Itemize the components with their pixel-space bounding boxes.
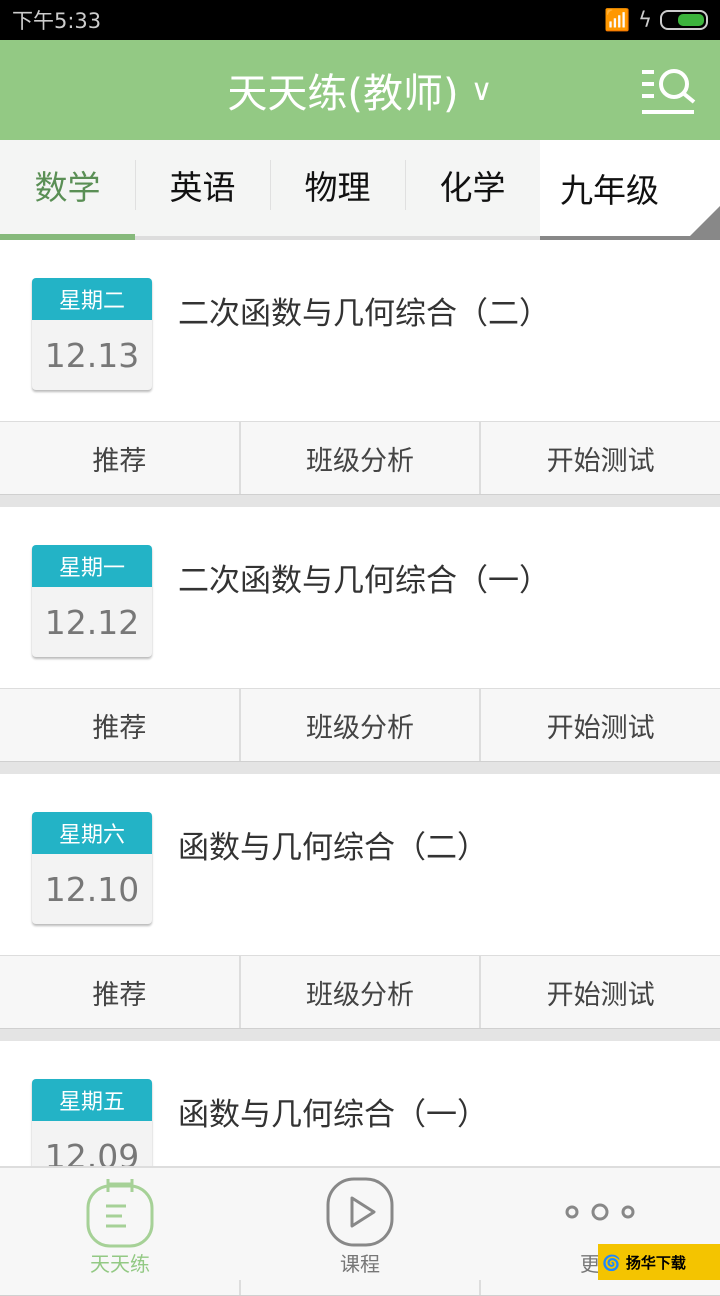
exercise-title: 二次函数与几何综合（二） bbox=[178, 296, 550, 332]
card-actions: 推荐 班级分析 开始测试 bbox=[0, 421, 720, 495]
app-header: 天天练(教师) ∨ bbox=[0, 40, 720, 140]
page-title: 天天练(教师) bbox=[227, 71, 459, 117]
date: 12.10 bbox=[44, 869, 140, 909]
exercise-card: 星期六 12.10 函数与几何综合（二） 推荐 班级分析 开始测试 bbox=[0, 774, 720, 1029]
tab-label: 化学 bbox=[439, 168, 506, 207]
recommend-button[interactable]: 推荐 bbox=[0, 689, 239, 761]
weekday: 星期六 bbox=[32, 812, 152, 854]
tab-math[interactable]: 数学 bbox=[0, 140, 135, 240]
card-actions: 推荐 班级分析 开始测试 bbox=[0, 955, 720, 1029]
tab-label: 物理 bbox=[304, 168, 371, 207]
calendar-badge: 星期一 12.12 bbox=[32, 545, 152, 657]
class-analysis-button[interactable]: 班级分析 bbox=[238, 689, 480, 761]
wifi-icon: 📶 bbox=[603, 7, 631, 32]
play-icon bbox=[326, 1177, 394, 1247]
date: 12.13 bbox=[44, 335, 140, 375]
subject-tabs: 数学 英语 物理 化学 九年级 bbox=[0, 140, 720, 240]
recommend-button[interactable]: 推荐 bbox=[0, 422, 239, 494]
start-test-button[interactable]: 开始测试 bbox=[479, 689, 720, 761]
card-body[interactable]: 星期六 12.10 函数与几何综合（二） bbox=[0, 774, 720, 955]
tab-english[interactable]: 英语 bbox=[135, 140, 270, 240]
start-test-button[interactable]: 开始测试 bbox=[479, 956, 720, 1028]
date: 12.12 bbox=[44, 602, 140, 642]
status-time: 下午5:33 bbox=[12, 9, 102, 33]
weekday: 星期一 bbox=[32, 545, 152, 587]
calendar-badge: 星期六 12.10 bbox=[32, 812, 152, 924]
weekday: 星期二 bbox=[32, 278, 152, 320]
exercise-title: 函数与几何综合（二） bbox=[178, 830, 488, 866]
watermark-logo: 🌀 扬华下载 bbox=[598, 1244, 720, 1280]
card-body[interactable]: 星期一 12.12 二次函数与几何综合（一） bbox=[0, 507, 720, 688]
grade-selector[interactable]: 九年级 bbox=[540, 140, 720, 240]
exercise-card: 星期一 12.12 二次函数与几何综合（一） 推荐 班级分析 开始测试 bbox=[0, 507, 720, 762]
chevron-down-icon: ∨ bbox=[470, 72, 493, 108]
class-analysis-button[interactable]: 班级分析 bbox=[238, 422, 480, 494]
card-body[interactable]: 星期二 12.13 二次函数与几何综合（二） bbox=[0, 240, 720, 421]
search-menu-icon[interactable] bbox=[640, 64, 698, 116]
tab-label: 英语 bbox=[169, 168, 236, 207]
dropdown-corner-icon bbox=[690, 206, 720, 236]
charging-icon: ϟ bbox=[638, 8, 652, 32]
tab-label: 数学 bbox=[34, 168, 101, 207]
class-analysis-button[interactable]: 班级分析 bbox=[238, 956, 480, 1028]
card-actions: 推荐 班级分析 开始测试 bbox=[0, 688, 720, 762]
grade-label: 九年级 bbox=[560, 171, 659, 210]
nav-label: 天天练 bbox=[90, 1252, 150, 1276]
calendar-badge: 星期二 12.13 bbox=[32, 278, 152, 390]
nav-courses[interactable]: 课程 bbox=[240, 1168, 480, 1280]
exercise-title: 二次函数与几何综合（一） bbox=[178, 563, 550, 599]
tab-physics[interactable]: 物理 bbox=[270, 140, 405, 240]
battery-icon bbox=[660, 10, 708, 30]
title-dropdown[interactable]: 天天练(教师) ∨ bbox=[227, 61, 492, 119]
tab-chemistry[interactable]: 化学 bbox=[405, 140, 540, 240]
more-icon bbox=[565, 1203, 635, 1221]
recommend-button[interactable]: 推荐 bbox=[0, 956, 239, 1028]
exercise-card: 星期二 12.13 二次函数与几何综合（二） 推荐 班级分析 开始测试 bbox=[0, 240, 720, 495]
exercise-list: 星期二 12.13 二次函数与几何综合（二） 推荐 班级分析 开始测试 星期一 … bbox=[0, 240, 720, 1296]
start-test-button[interactable]: 开始测试 bbox=[479, 422, 720, 494]
nav-label: 课程 bbox=[340, 1252, 380, 1276]
weekday: 星期五 bbox=[32, 1079, 152, 1121]
nav-daily-practice[interactable]: 天天练 bbox=[0, 1168, 240, 1280]
status-bar: 下午5:33 📶 ϟ bbox=[0, 0, 720, 40]
tabs-underline bbox=[135, 236, 540, 240]
notepad-icon bbox=[86, 1179, 154, 1248]
